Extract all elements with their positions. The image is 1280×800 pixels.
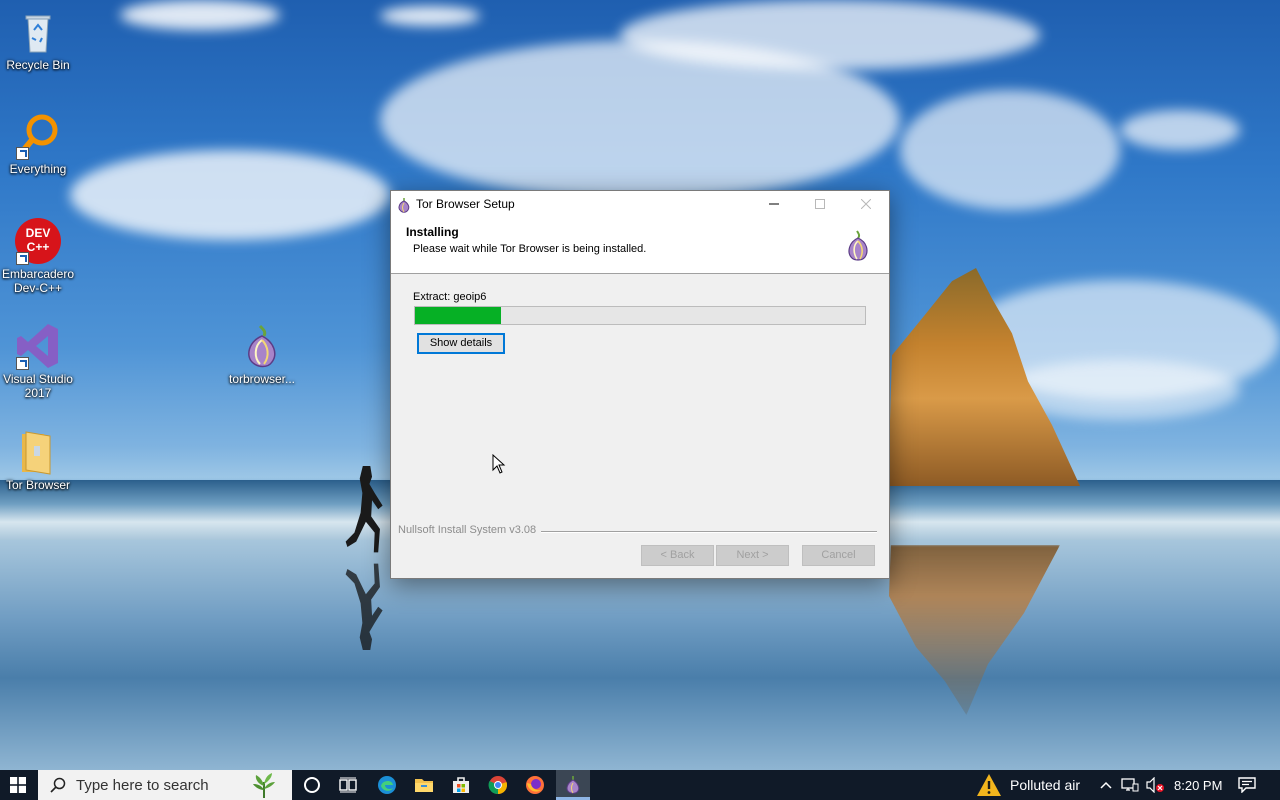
taskbar-app-edge[interactable] bbox=[370, 770, 404, 800]
task-view-button[interactable] bbox=[332, 770, 364, 800]
cancel-button[interactable]: Cancel bbox=[802, 545, 875, 566]
windows-logo-icon bbox=[10, 777, 26, 793]
window-title: Tor Browser Setup bbox=[416, 197, 515, 211]
installer-body: Extract: geoip6 Show details Nullsoft In… bbox=[391, 274, 889, 578]
taskbar-app-store[interactable] bbox=[444, 770, 478, 800]
action-center-button[interactable] bbox=[1232, 770, 1262, 800]
window-titlebar[interactable]: Tor Browser Setup bbox=[391, 191, 889, 218]
shortcut-arrow-icon bbox=[16, 252, 29, 265]
firefox-icon bbox=[526, 776, 544, 794]
search-placeholder: Type here to search bbox=[76, 777, 209, 794]
volume-muted-icon bbox=[1146, 777, 1164, 793]
nsis-branding: Nullsoft Install System v3.08 bbox=[398, 524, 537, 536]
next-button[interactable]: Next > bbox=[716, 545, 789, 566]
notifications-icon bbox=[1238, 777, 1256, 793]
close-icon bbox=[860, 198, 872, 210]
desktop-icon-label: Tor Browser bbox=[5, 478, 70, 492]
chrome-icon bbox=[488, 776, 508, 795]
clock-text[interactable]: 8:20 PM bbox=[1174, 778, 1222, 793]
warning-triangle-icon bbox=[977, 774, 1001, 796]
installer-header: Installing Please wait while Tor Browser… bbox=[391, 218, 889, 274]
desktop-icon-label: torbrowser... bbox=[228, 372, 296, 386]
edge-icon bbox=[378, 776, 396, 794]
cortana-circle-icon bbox=[304, 777, 320, 793]
header-title: Installing bbox=[406, 225, 459, 239]
taskbar: Type here to search Polluted air 8:20 PM bbox=[0, 770, 1280, 800]
tor-onion-icon bbox=[566, 776, 580, 794]
desktop-icon-visual-studio[interactable]: Visual Studio 2017 bbox=[0, 322, 76, 400]
desktop-icon-label: Recycle Bin bbox=[6, 58, 70, 72]
file-explorer-icon bbox=[415, 779, 433, 792]
network-tray-button[interactable] bbox=[1118, 770, 1142, 800]
tor-onion-logo-icon bbox=[845, 230, 871, 265]
tor-onion-icon bbox=[238, 322, 286, 370]
installer-window: Tor Browser Setup Installing Please wait… bbox=[390, 190, 890, 579]
back-button[interactable]: < Back bbox=[641, 545, 714, 566]
devcpp-icon: DEV C++ bbox=[14, 217, 62, 265]
header-subtitle: Please wait while Tor Browser is being i… bbox=[413, 243, 647, 255]
shortcut-arrow-icon bbox=[16, 147, 29, 160]
taskbar-app-tor-setup[interactable] bbox=[556, 770, 590, 800]
progress-fill bbox=[415, 307, 501, 324]
desktop-icon-tor-browser-folder[interactable]: Tor Browser bbox=[0, 428, 76, 492]
recycle-bin-icon bbox=[14, 8, 62, 56]
minimize-button[interactable] bbox=[751, 191, 797, 218]
weather-widget[interactable]: Polluted air bbox=[976, 770, 1086, 800]
desktop-icon-torbrowser-installer[interactable]: torbrowser... bbox=[224, 322, 300, 386]
store-bag-icon bbox=[453, 777, 469, 793]
weather-text: Polluted air bbox=[1010, 777, 1081, 793]
show-hidden-icons-button[interactable] bbox=[1096, 770, 1116, 800]
desktop-icon-recycle-bin[interactable]: Recycle Bin bbox=[0, 8, 76, 72]
minimize-icon bbox=[769, 203, 779, 205]
search-highlight-plant-icon bbox=[253, 773, 275, 798]
status-text: Extract: geoip6 bbox=[413, 291, 487, 303]
desktop-icon-everything[interactable]: Everything bbox=[0, 112, 76, 176]
search-icon bbox=[50, 777, 66, 793]
taskbar-search-box[interactable]: Type here to search bbox=[38, 770, 292, 800]
maximize-icon bbox=[815, 199, 825, 209]
taskbar-app-file-explorer[interactable] bbox=[407, 770, 441, 800]
desktop-icon-devcpp[interactable]: DEV C++ Embarcadero Dev-C++ bbox=[0, 217, 76, 295]
folder-icon bbox=[14, 428, 62, 476]
install-progress-bar bbox=[414, 306, 866, 325]
close-button[interactable] bbox=[843, 191, 889, 218]
chevron-up-icon bbox=[1100, 781, 1112, 789]
network-icon bbox=[1121, 778, 1139, 792]
volume-tray-button[interactable] bbox=[1143, 770, 1167, 800]
devcpp-glyph-text: DEV C++ bbox=[25, 226, 51, 254]
desktop-icon-label: Embarcadero Dev-C++ bbox=[1, 267, 75, 295]
shortcut-arrow-icon bbox=[16, 357, 29, 370]
everything-search-icon bbox=[14, 112, 62, 160]
show-details-button[interactable]: Show details bbox=[417, 333, 505, 354]
tor-app-icon bbox=[397, 197, 411, 216]
mouse-cursor-icon bbox=[492, 454, 506, 474]
start-button[interactable] bbox=[0, 770, 36, 800]
desktop-icon-label: Visual Studio 2017 bbox=[3, 372, 73, 400]
footer-divider bbox=[541, 531, 877, 533]
cortana-button[interactable] bbox=[296, 770, 328, 800]
visual-studio-icon bbox=[14, 322, 62, 370]
taskbar-app-firefox[interactable] bbox=[518, 770, 552, 800]
taskbar-app-chrome[interactable] bbox=[481, 770, 515, 800]
task-view-icon bbox=[339, 777, 357, 793]
desktop-icon-label: Everything bbox=[9, 162, 67, 176]
maximize-button[interactable] bbox=[797, 191, 843, 218]
